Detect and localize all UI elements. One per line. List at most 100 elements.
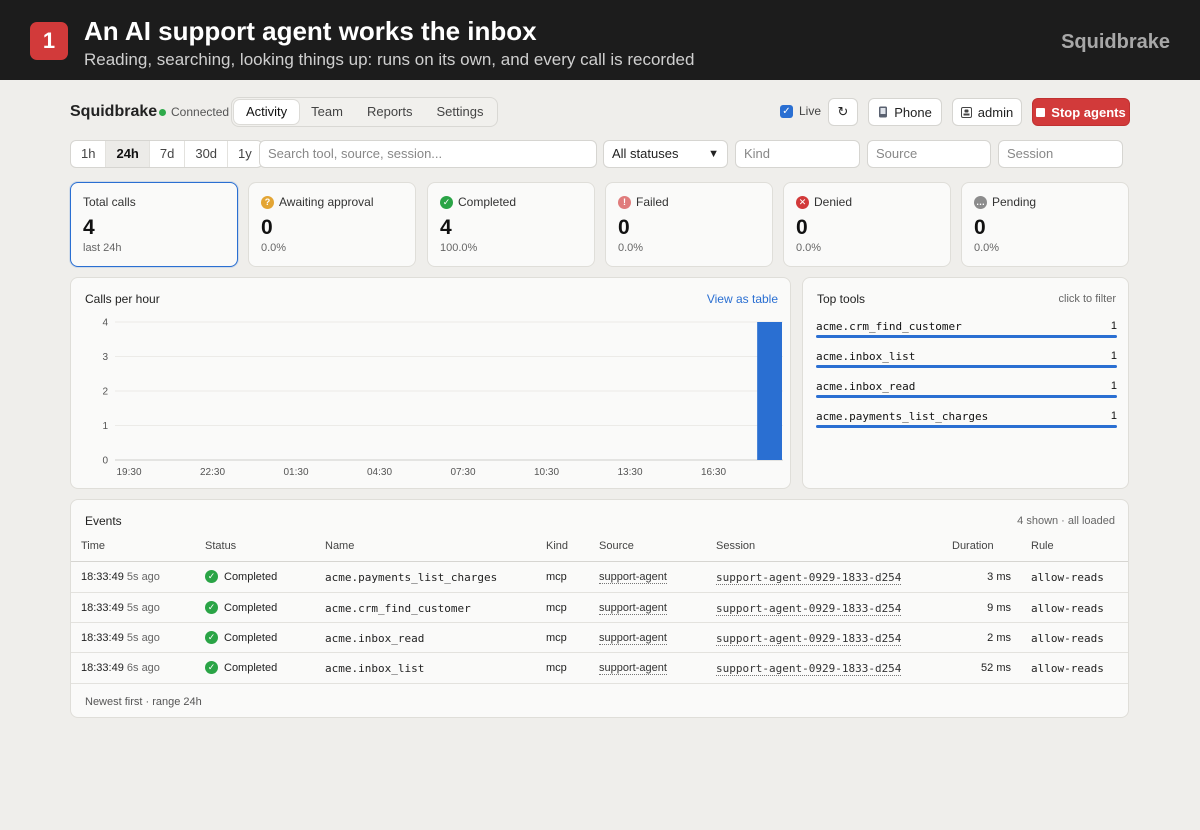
event-time: 18:33:49 5s ago xyxy=(81,632,160,644)
column-header-session[interactable]: Session xyxy=(716,540,755,552)
events-card: Events 4 shown · all loaded Time Status … xyxy=(70,499,1129,718)
stat-sub: 0.0% xyxy=(796,242,822,254)
connected-dot-icon xyxy=(159,108,166,116)
tab-reports[interactable]: Reports xyxy=(355,100,425,124)
table-row[interactable]: 18:33:49 5s ago ✓ Completed acme.payments… xyxy=(71,561,1128,592)
tool-bar xyxy=(816,425,1117,428)
chevron-down-icon: ▼ xyxy=(708,148,719,160)
top-tool-item[interactable]: acme.inbox_read 1 xyxy=(816,380,1117,404)
table-row[interactable]: 18:33:49 5s ago ✓ Completed acme.inbox_re… xyxy=(71,622,1128,653)
top-tool-item[interactable]: acme.crm_find_customer 1 xyxy=(816,320,1117,344)
event-source[interactable]: support-agent xyxy=(599,571,667,584)
range-1h[interactable]: 1h xyxy=(71,141,107,167)
stat-sub: last 24h xyxy=(83,242,122,254)
stat-sub: 0.0% xyxy=(974,242,1000,254)
stat-card-total-calls[interactable]: Total calls 4 last 24h xyxy=(70,182,238,267)
column-header-status[interactable]: Status xyxy=(205,540,236,552)
check-icon: ✓ xyxy=(205,631,218,644)
source-filter-input[interactable]: Source xyxy=(867,140,991,168)
live-toggle[interactable]: ✓ Live xyxy=(780,104,821,118)
tool-name: acme.payments_list_charges xyxy=(816,410,989,423)
connection-label: Connected xyxy=(171,105,230,119)
stat-label: Denied xyxy=(814,195,853,209)
top-tool-item[interactable]: acme.payments_list_charges 1 xyxy=(816,410,1117,434)
table-row[interactable]: 18:33:49 5s ago ✓ Completed acme.crm_find… xyxy=(71,592,1128,623)
event-name: acme.inbox_read xyxy=(325,632,425,645)
x-tick-label: 13:30 xyxy=(617,467,642,478)
stat-sub: 100.0% xyxy=(440,242,478,254)
session-filter-input[interactable]: Session xyxy=(998,140,1123,168)
stat-label: Total calls xyxy=(83,195,136,209)
live-checkbox[interactable]: ✓ xyxy=(780,104,793,118)
status-select[interactable]: All statuses ▼ xyxy=(603,140,728,168)
event-rule: allow-reads xyxy=(1031,632,1104,645)
banner-brand: Squidbrake xyxy=(1061,31,1170,53)
stat-card-failed[interactable]: ! Failed 0 0.0% xyxy=(605,182,773,267)
event-source[interactable]: support-agent xyxy=(599,602,667,615)
x-tick-label: 10:30 xyxy=(534,467,559,478)
column-header-duration[interactable]: Duration xyxy=(952,540,994,552)
main-tabs: Activity Team Reports Settings xyxy=(231,97,499,127)
event-status: ✓ Completed xyxy=(205,601,277,614)
top-tool-item[interactable]: acme.inbox_list 1 xyxy=(816,350,1117,374)
event-kind: mcp xyxy=(546,662,567,674)
live-label: Live xyxy=(799,104,822,118)
column-header-kind[interactable]: Kind xyxy=(546,540,568,552)
tutorial-banner: 1 An AI support agent works the inbox Re… xyxy=(0,0,1200,80)
event-duration: 2 ms xyxy=(987,632,1011,644)
stat-sub: 0.0% xyxy=(261,242,287,254)
y-tick-label: 2 xyxy=(102,387,108,398)
chart-title: Calls per hour xyxy=(85,292,160,306)
event-rule: allow-reads xyxy=(1031,662,1104,675)
kind-filter-input[interactable]: Kind xyxy=(735,140,860,168)
event-time: 18:33:49 6s ago xyxy=(81,662,160,674)
phone-button[interactable]: Phone xyxy=(868,98,942,126)
tab-team[interactable]: Team xyxy=(299,100,355,124)
check-icon: ✓ xyxy=(440,195,453,209)
alert-icon: ! xyxy=(618,195,631,209)
event-time: 18:33:49 5s ago xyxy=(81,571,160,583)
y-tick-label: 0 xyxy=(102,456,108,467)
column-header-source[interactable]: Source xyxy=(599,540,634,552)
tab-settings[interactable]: Settings xyxy=(425,100,496,124)
column-header-rule[interactable]: Rule xyxy=(1031,540,1054,552)
stat-value: 0 xyxy=(796,216,808,239)
refresh-icon: ↻ xyxy=(837,104,849,119)
table-row[interactable]: 18:33:49 6s ago ✓ Completed acme.inbox_li… xyxy=(71,652,1128,683)
stop-agents-label: Stop agents xyxy=(1051,104,1126,120)
range-1y[interactable]: 1y xyxy=(228,141,262,167)
banner-title: An AI support agent works the inbox xyxy=(84,16,537,46)
event-name: acme.payments_list_charges xyxy=(325,571,498,584)
bar xyxy=(757,322,782,460)
admin-button[interactable]: admin xyxy=(952,98,1022,126)
x-tick-label: 16:30 xyxy=(701,467,726,478)
event-name: acme.crm_find_customer xyxy=(325,602,471,615)
stat-card-denied[interactable]: ✕ Denied 0 0.0% xyxy=(783,182,951,267)
step-badge: 1 xyxy=(30,22,68,60)
stat-label: Failed xyxy=(636,195,669,209)
refresh-button[interactable]: ↻ xyxy=(828,98,858,126)
search-input[interactable]: Search tool, source, session... xyxy=(259,140,597,168)
column-header-name[interactable]: Name xyxy=(325,540,354,552)
stat-value: 0 xyxy=(261,216,273,239)
range-24h[interactable]: 24h xyxy=(106,141,150,167)
event-session[interactable]: support-agent-0929-1833-d254 xyxy=(716,571,902,585)
check-icon: ✓ xyxy=(205,601,218,614)
tool-bar xyxy=(816,365,1117,368)
event-source[interactable]: support-agent xyxy=(599,632,667,645)
stat-card-completed[interactable]: ✓ Completed 4 100.0% xyxy=(427,182,595,267)
stop-agents-button[interactable]: Stop agents xyxy=(1032,98,1130,126)
event-session[interactable]: support-agent-0929-1833-d254 xyxy=(716,632,902,646)
view-as-table-link[interactable]: View as table xyxy=(707,292,778,306)
stat-card-pending[interactable]: … Pending 0 0.0% xyxy=(961,182,1129,267)
range-30d[interactable]: 30d xyxy=(185,141,229,167)
phone-icon xyxy=(879,106,888,118)
event-source[interactable]: support-agent xyxy=(599,662,667,675)
range-7d[interactable]: 7d xyxy=(150,141,186,167)
event-session[interactable]: support-agent-0929-1833-d254 xyxy=(716,662,902,676)
event-session[interactable]: support-agent-0929-1833-d254 xyxy=(716,602,902,616)
top-tools-note: click to filter xyxy=(1058,293,1116,305)
tab-activity[interactable]: Activity xyxy=(234,100,300,124)
column-header-time[interactable]: Time xyxy=(81,540,105,552)
stat-card-awaiting-approval[interactable]: ? Awaiting approval 0 0.0% xyxy=(248,182,416,267)
